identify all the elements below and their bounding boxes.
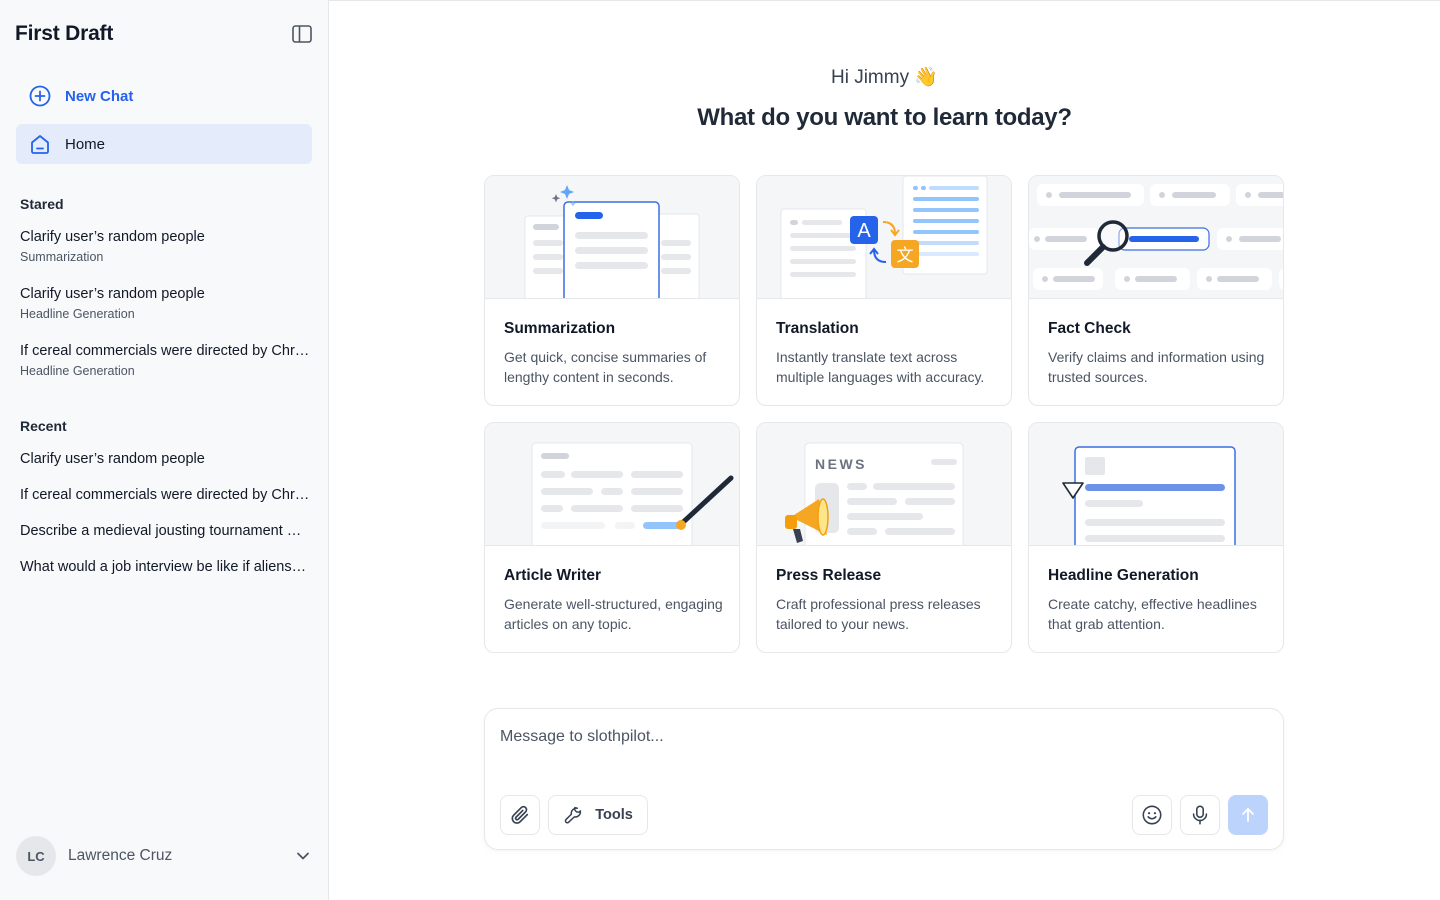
stared-item-subtitle: Summarization — [20, 250, 104, 264]
arrow-up-icon — [1242, 808, 1254, 822]
news-label: NEWS — [815, 456, 867, 472]
avatar: LC — [16, 836, 56, 876]
card-description: Craft professional press releases tailor… — [776, 596, 981, 632]
card-title: Article Writer — [504, 567, 602, 584]
translate-a-glyph: A — [857, 220, 871, 242]
tools-button[interactable]: Tools — [548, 795, 648, 835]
sidebar-item-home[interactable]: Home — [16, 124, 312, 164]
emoji-button[interactable] — [1132, 795, 1172, 835]
card-translation[interactable]: A 文 Translation Instantly translate text… — [756, 175, 1012, 406]
article-writer-illustration — [485, 423, 739, 546]
recent-item[interactable]: Describe a medieval jousting tournament … — [20, 523, 310, 539]
page-headline: What do you want to learn today? — [697, 104, 1072, 131]
microphone-icon — [1192, 805, 1208, 825]
card-description: Get quick, concise summaries of lengthy … — [504, 349, 707, 385]
card-title: Headline Generation — [1048, 567, 1199, 584]
card-headline-generation[interactable]: Headline Generation Create catchy, effec… — [1028, 422, 1284, 653]
home-icon — [31, 135, 49, 154]
headline-generation-illustration — [1029, 423, 1283, 546]
sidebar-toggle-icon[interactable] — [292, 25, 312, 43]
card-title: Summarization — [504, 320, 616, 337]
card-fact-check[interactable]: Fact Check Verify claims and information… — [1028, 175, 1284, 406]
user-menu[interactable]: LC Lawrence Cruz — [16, 836, 312, 876]
card-title: Translation — [776, 320, 859, 337]
card-description: Verify claims and information using trus… — [1048, 349, 1265, 385]
main-area: Hi Jimmy 👋 What do you want to learn tod… — [329, 0, 1440, 900]
greeting: Hi Jimmy 👋 — [830, 67, 939, 88]
tools-label: Tools — [595, 807, 633, 823]
card-description: Instantly translate text across multiple… — [776, 349, 985, 385]
summarization-illustration — [485, 176, 739, 299]
wrench-icon — [564, 806, 582, 824]
stared-section-title: Stared — [20, 196, 64, 212]
card-press-release[interactable]: NEWS Press Release Craft professional pr… — [756, 422, 1012, 653]
fact-check-illustration — [1029, 176, 1283, 299]
stared-item-title: If cereal commercials were directed by C… — [20, 343, 312, 359]
card-description: Create catchy, effective headlines that … — [1048, 596, 1257, 632]
recent-item[interactable]: Clarify user’s random people — [20, 451, 310, 467]
paperclip-icon — [511, 805, 529, 824]
stared-item[interactable]: If cereal commercials were directed by C… — [20, 343, 312, 378]
translate-zh-glyph: 文 — [897, 246, 914, 266]
attach-button[interactable] — [500, 795, 540, 835]
card-description: Generate well-structured, engaging artic… — [504, 596, 723, 632]
brand-title: First Draft — [15, 22, 114, 45]
stared-item-title: Clarify user’s random people — [20, 286, 205, 302]
translation-illustration: A 文 — [757, 176, 1011, 299]
stared-item-title: Clarify user’s random people — [20, 229, 205, 245]
card-title: Press Release — [776, 567, 882, 584]
recent-section-title: Recent — [20, 418, 67, 434]
plus-circle-icon — [29, 85, 51, 107]
card-article-writer[interactable]: Article Writer Generate well-structured,… — [484, 422, 740, 653]
press-release-illustration: NEWS — [757, 423, 1011, 546]
card-summarization[interactable]: Summarization Get quick, concise summari… — [484, 175, 740, 406]
stared-item[interactable]: Clarify user’s random people Summarizati… — [20, 229, 312, 264]
chevron-down-icon — [297, 852, 309, 860]
recent-item[interactable]: What would a job interview be like if al… — [20, 559, 310, 575]
message-composer: Tools — [484, 708, 1284, 850]
stared-item[interactable]: Clarify user’s random people Headline Ge… — [20, 286, 312, 321]
new-chat-button[interactable]: New Chat — [16, 78, 312, 114]
stared-item-subtitle: Headline Generation — [20, 364, 135, 378]
recent-item[interactable]: If cereal commercials were directed by C… — [20, 487, 310, 503]
stared-item-subtitle: Headline Generation — [20, 307, 135, 321]
smile-icon — [1142, 805, 1162, 825]
user-name: Lawrence Cruz — [68, 847, 173, 864]
send-button[interactable] — [1228, 795, 1268, 835]
new-chat-label: New Chat — [65, 87, 134, 105]
message-input[interactable] — [500, 725, 1260, 749]
sidebar: First Draft New Chat Home Stared Clarify… — [0, 0, 329, 900]
voice-button[interactable] — [1180, 795, 1220, 835]
home-label: Home — [65, 135, 106, 153]
card-title: Fact Check — [1048, 320, 1131, 337]
